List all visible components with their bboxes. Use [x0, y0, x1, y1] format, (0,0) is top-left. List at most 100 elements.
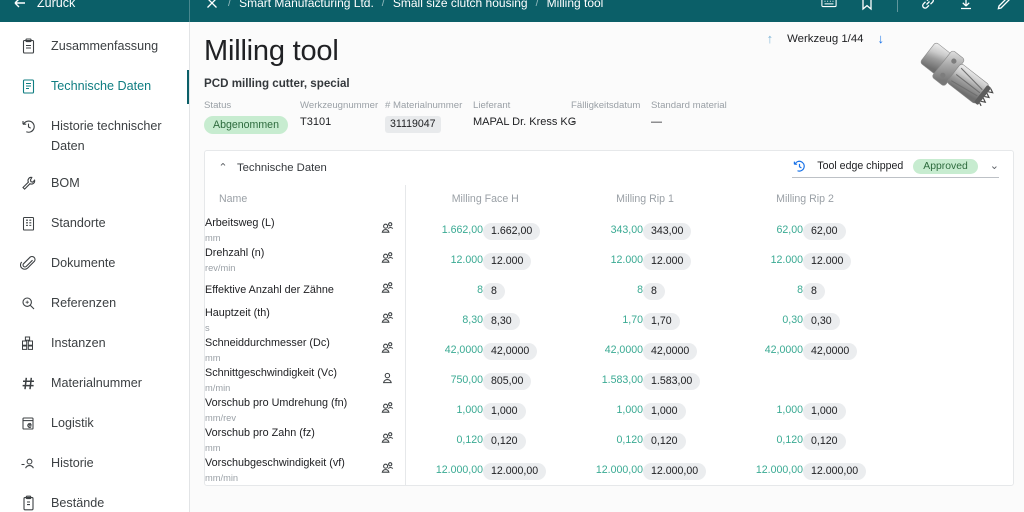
breadcrumb-item-0[interactable]: Smart Manufacturing Ltd.: [239, 0, 374, 10]
page-subtitle: PCD milling cutter, special: [204, 77, 350, 91]
sidebar-item-historie[interactable]: Historie: [0, 445, 189, 485]
row-owner-cell[interactable]: [371, 335, 406, 366]
cell-spacer: [885, 305, 1013, 335]
row-owner-cell[interactable]: [371, 455, 406, 486]
cell-actual-value[interactable]: 1,000: [643, 395, 725, 425]
table-row[interactable]: Arbeitsweg (L) mm 1.662,00 1.662,00 343,00 34…: [205, 215, 1013, 246]
row-owner-cell[interactable]: [371, 305, 406, 336]
value-chip: 8: [483, 282, 505, 301]
row-name: Drehzahl (n): [205, 247, 265, 260]
row-owner-cell[interactable]: [371, 215, 406, 246]
tool-pager: ↑ Werkzeug 1/44 ↓: [767, 32, 884, 45]
cell-actual-value[interactable]: 12.000,00: [803, 455, 885, 485]
sidebar-item-zusammenfassung[interactable]: Zusammenfassung: [0, 28, 189, 68]
row-name: Schneiddurchmesser (Dc): [205, 337, 330, 350]
cell-actual-value[interactable]: 0,120: [643, 425, 725, 455]
cell-actual-value[interactable]: 8,30: [483, 305, 565, 335]
col-milling-rip-2: Milling Rip 2: [776, 193, 834, 206]
sidebar-item-instanzen[interactable]: Instanzen: [0, 325, 189, 365]
cell-calculated-value: 1,70: [622, 314, 643, 327]
chevron-down-icon[interactable]: ⌄: [988, 160, 999, 172]
cell-actual-value[interactable]: 42,0000: [643, 335, 725, 365]
table-row[interactable]: Schnittgeschwindigkeit (Vc) m/min 750,00 80…: [205, 365, 1013, 396]
cell-actual-value[interactable]: 0,30: [803, 305, 885, 335]
sidebar-item-standorte[interactable]: Standorte: [0, 205, 189, 245]
cell-actual-value[interactable]: 1,70: [643, 305, 725, 335]
cell-calculated-value: 750,00: [450, 374, 483, 387]
meta-label: Fälligkeitsdatum: [571, 100, 641, 112]
cell-actual-value[interactable]: 62,00: [803, 215, 885, 245]
row-owner-cell[interactable]: [371, 365, 406, 396]
sidebar-item-dokumente[interactable]: Dokumente: [0, 245, 189, 285]
back-button[interactable]: Zurück: [0, 0, 190, 22]
row-owner-cell[interactable]: [371, 395, 406, 426]
sidebar-item-materialnummer[interactable]: Materialnummer: [0, 365, 189, 405]
cell-spacer: [885, 425, 1013, 455]
cell-actual-value[interactable]: 805,00: [483, 365, 565, 395]
page-title: Milling tool: [204, 35, 339, 67]
cell-actual-value[interactable]: 12.000: [643, 245, 725, 275]
meta-lieferant: Lieferant MAPAL Dr. Kress KG: [473, 100, 576, 134]
cell-actual-value[interactable]: 12.000,00: [643, 455, 725, 485]
cell-spacer: [885, 335, 1013, 365]
keyboard-icon[interactable]: [821, 0, 837, 11]
status-control[interactable]: Tool edge chipped Approved ⌄: [792, 158, 999, 178]
download-icon[interactable]: [958, 0, 974, 11]
sidebar-item-historie-technischer-daten[interactable]: Historie technischer Daten: [0, 108, 189, 165]
sidebar-item-referenzen[interactable]: Referenzen: [0, 285, 189, 325]
sidebar-item-bestaende[interactable]: Bestände: [0, 485, 189, 512]
meta-standard-material: Standard material —: [651, 100, 737, 134]
cell-calculated-value: 12.000,00: [755, 464, 804, 477]
arrow-up-icon[interactable]: ↑: [767, 32, 774, 45]
card-header: ⌃ Technische Daten Tool edge chipped App…: [205, 151, 1013, 185]
cell-spacer: [885, 275, 1013, 305]
bookmark-icon[interactable]: [859, 0, 875, 11]
table-row[interactable]: Drehzahl (n) rev/min 12.000 12.000 12.000 12.…: [205, 245, 1013, 276]
row-owner-cell[interactable]: [371, 425, 406, 456]
arrow-down-icon[interactable]: ↓: [878, 32, 885, 45]
meta-label: # Materialnummer: [385, 100, 463, 112]
value-chip: 0,30: [803, 312, 840, 331]
cell-actual-value[interactable]: 12.000: [803, 245, 885, 275]
cell-calculated-value: 8: [797, 284, 804, 297]
sidebar-item-bom[interactable]: BOM: [0, 165, 189, 205]
cell-actual-value[interactable]: 0,120: [483, 425, 565, 455]
cell-actual-value[interactable]: 12.000: [483, 245, 565, 275]
chevron-up-icon[interactable]: ⌃: [215, 162, 231, 174]
cell-actual-value[interactable]: 1,000: [483, 395, 565, 425]
table-row[interactable]: Vorschub pro Umdrehung (fn) mm/rev 1,000 1,…: [205, 395, 1013, 426]
cell-actual-value[interactable]: 42,0000: [483, 335, 565, 365]
edit-icon[interactable]: [996, 0, 1012, 11]
cell-actual-value[interactable]: 8: [483, 275, 565, 305]
table-row[interactable]: Hauptzeit (th) s 8,30 8,30 1,70 1,70 0,30 0,30: [205, 305, 1013, 336]
table-row[interactable]: Vorschubgeschwindigkeit (vf) mm/min 12.000…: [205, 455, 1013, 486]
people-icon: [380, 430, 395, 445]
table-row[interactable]: Schneiddurchmesser (Dc) mm 42,0000 42,0000 4…: [205, 335, 1013, 366]
table-row[interactable]: Effektive Anzahl der Zähne 8 8 8 8 8 8: [205, 275, 1013, 306]
cell-actual-value[interactable]: 42,0000: [803, 335, 885, 365]
cell-actual-value[interactable]: 0,120: [803, 425, 885, 455]
cell-actual-value[interactable]: [803, 365, 885, 395]
paperclip-icon: [20, 255, 37, 272]
row-name: Hauptzeit (th): [205, 307, 270, 320]
cell-actual-value[interactable]: 8: [643, 275, 725, 305]
toolbar-divider: [897, 0, 898, 12]
sidebar-item-logistik[interactable]: Logistik: [0, 405, 189, 445]
sidebar-item-technische-daten[interactable]: Technische Daten: [0, 68, 189, 108]
row-unit: mm: [205, 232, 221, 243]
cell-actual-value[interactable]: 343,00: [643, 215, 725, 245]
cell-actual-value[interactable]: 12.000,00: [483, 455, 565, 485]
cell-actual-value[interactable]: 1.662,00: [483, 215, 565, 245]
link-icon[interactable]: [920, 0, 936, 11]
row-owner-cell[interactable]: [371, 245, 406, 276]
breadcrumb-item-1[interactable]: Small size clutch housing: [393, 0, 528, 10]
cell-actual-value[interactable]: 1,000: [803, 395, 885, 425]
main-content: Milling tool PCD milling cutter, special…: [190, 22, 1024, 512]
cell-actual-value[interactable]: 8: [803, 275, 885, 305]
close-icon[interactable]: [204, 0, 220, 11]
value-chip: 42,0000: [643, 342, 698, 361]
cell-actual-value[interactable]: 1.583,00: [643, 365, 725, 395]
table-row[interactable]: Vorschub pro Zahn (fz) mm 0,120 0,120 0,120 0…: [205, 425, 1013, 456]
breadcrumb-item-2[interactable]: Milling tool: [547, 0, 604, 10]
row-owner-cell[interactable]: [371, 275, 406, 306]
